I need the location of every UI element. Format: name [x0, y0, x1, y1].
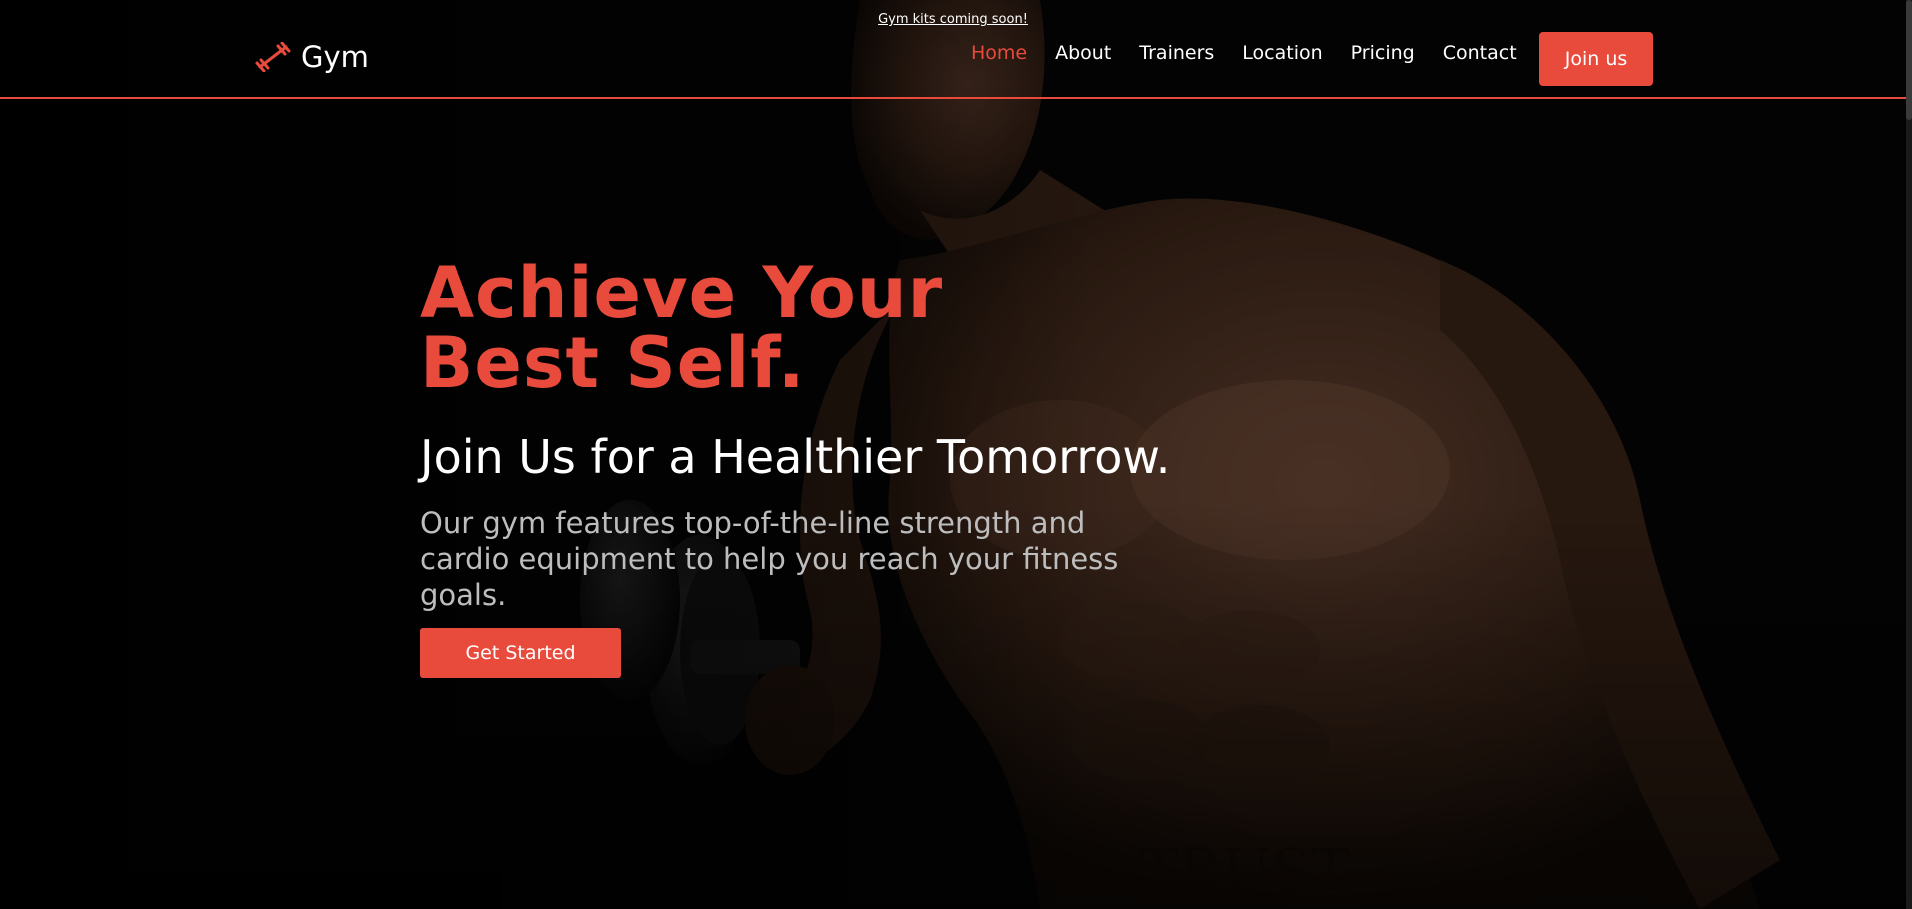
logo-text: Gym — [301, 40, 369, 74]
logo[interactable]: Gym — [255, 40, 369, 74]
dumbbell-icon — [255, 42, 291, 72]
join-us-button[interactable]: Join us — [1539, 32, 1653, 86]
site-header: Gym kits coming soon! Gym Home About Tra — [0, 0, 1906, 99]
get-started-button[interactable]: Get Started — [420, 628, 621, 678]
page-scrollbar[interactable] — [1906, 0, 1912, 909]
hero-title: Achieve Your Best Self. — [420, 252, 944, 404]
main-nav: Home About Trainers Location Pricing Con… — [971, 42, 1517, 64]
nav-about-link[interactable]: About — [1055, 42, 1111, 64]
nav-pricing-link[interactable]: Pricing — [1351, 42, 1415, 64]
nav-location-link[interactable]: Location — [1242, 42, 1322, 64]
announcement-link[interactable]: Gym kits coming soon! — [0, 12, 1906, 27]
hero-section: Achieve Your Best Self. Join Us for a He… — [420, 258, 1240, 678]
hero-subtitle: Join Us for a Healthier Tomorrow. — [420, 430, 1171, 484]
nav-trainers-link[interactable]: Trainers — [1139, 42, 1214, 64]
hero-description: Our gym features top-of-the-line strengt… — [420, 506, 1119, 612]
landing-page: TRUST Gym kits coming soon! Gym — [0, 0, 1912, 909]
nav-home-link[interactable]: Home — [971, 42, 1027, 64]
scrollbar-thumb[interactable] — [1906, 0, 1912, 120]
nav-contact-link[interactable]: Contact — [1443, 42, 1517, 64]
